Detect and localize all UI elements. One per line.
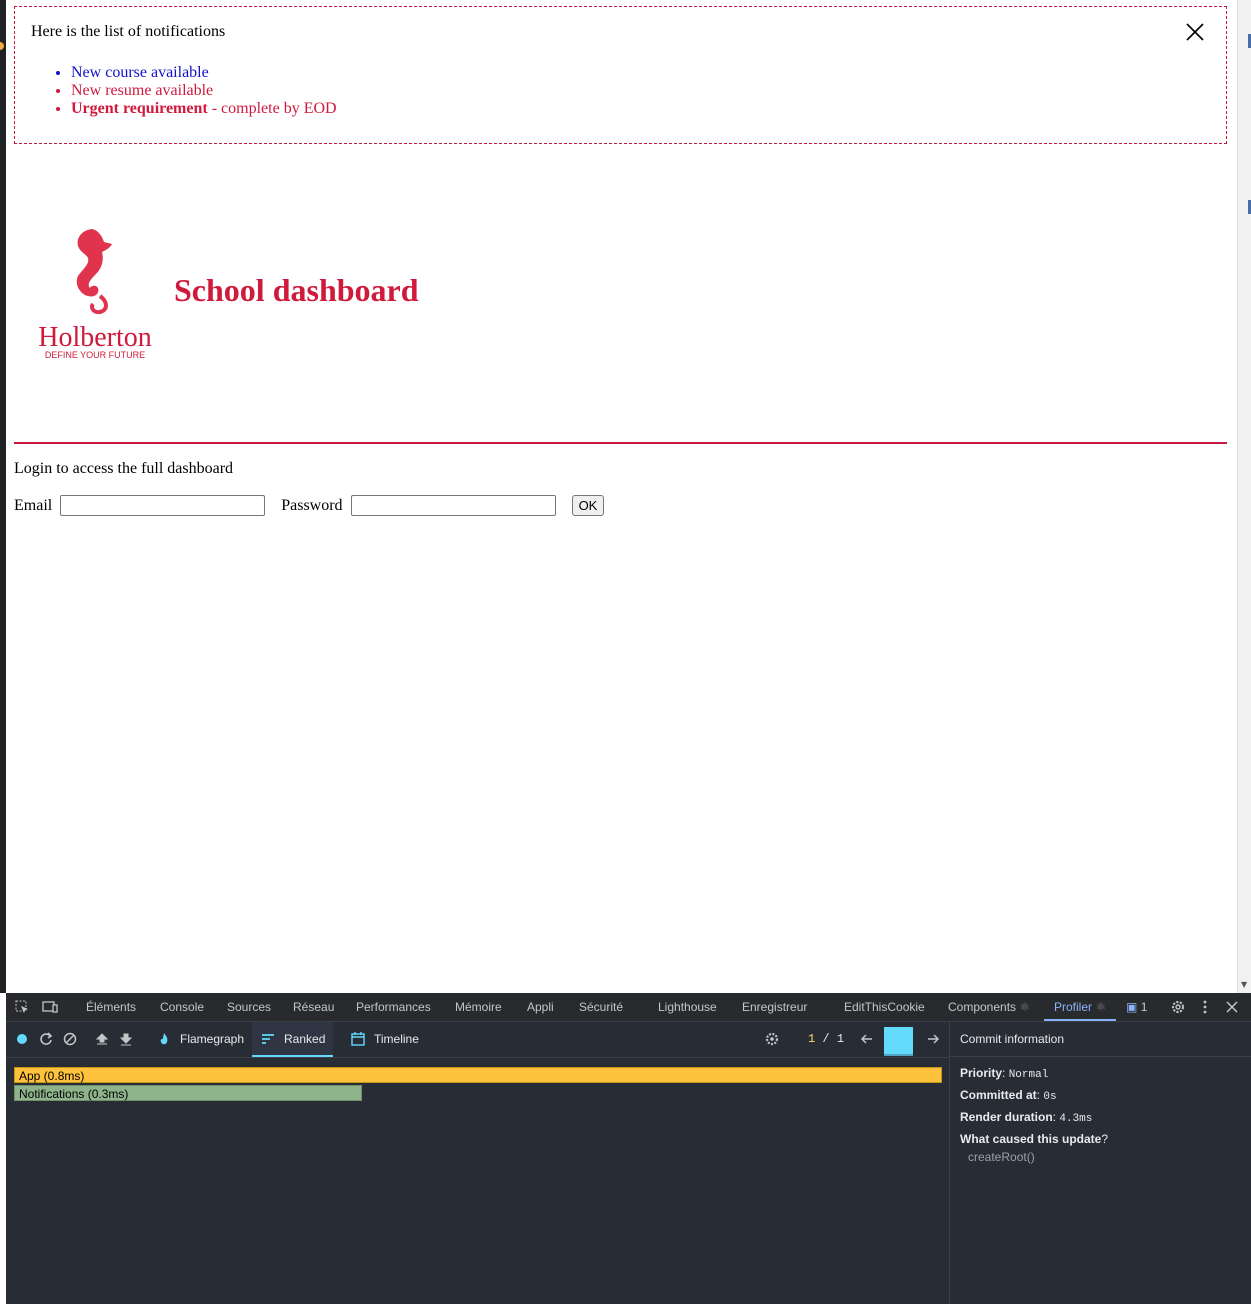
tab-security[interactable]: Sécurité: [579, 993, 623, 1021]
react-atom-icon: ⚛: [1019, 1000, 1031, 1014]
device-toolbar-icon[interactable]: [42, 999, 58, 1015]
notification-item-html: Urgent requirement - complete by EOD: [71, 100, 337, 118]
ok-button[interactable]: OK: [571, 495, 605, 516]
close-notifications-button[interactable]: [1184, 21, 1206, 43]
ranked-bar-notifications[interactable]: Notifications (0.3ms): [14, 1085, 362, 1101]
more-options-icon[interactable]: [1197, 999, 1213, 1015]
tab-profiler-label: Profiler: [1054, 1000, 1093, 1014]
devtools-panel: Éléments Console Sources Réseau Performa…: [6, 993, 1251, 1304]
ranked-icon: [262, 1034, 274, 1044]
close-devtools-icon[interactable]: [1224, 999, 1240, 1015]
login-form: Email Password OK: [14, 495, 605, 516]
ranked-chart: App (0.8ms) Notifications (0.3ms): [6, 1058, 949, 1304]
record-icon[interactable]: [14, 1031, 30, 1047]
logo-tagline: DEFINE YOUR FUTURE: [45, 350, 145, 360]
load-profile-icon[interactable]: [94, 1031, 110, 1047]
notifications-list: New course available New resume availabl…: [31, 64, 337, 118]
priority-label: Priority: [960, 1066, 1003, 1080]
tab-lighthouse[interactable]: Lighthouse: [658, 993, 717, 1021]
committed-value: 0s: [1043, 1091, 1057, 1103]
render-duration-value: 4.3ms: [1059, 1113, 1093, 1125]
urgent-requirement-text: Urgent requirement: [71, 100, 208, 117]
committed-row: Committed at: 0s: [960, 1088, 1057, 1103]
seahorse-logo-icon: Holberton DEFINE YOUR FUTURE: [38, 229, 152, 360]
notification-item-default: New course available: [71, 64, 337, 82]
view-ranked[interactable]: Ranked: [284, 1022, 325, 1057]
notification-item-urgent: New resume available: [71, 82, 337, 100]
tab-elements[interactable]: Éléments: [86, 993, 136, 1021]
page-scrollbar[interactable]: ▼: [1237, 0, 1251, 993]
email-field[interactable]: [60, 495, 266, 516]
tab-sources[interactable]: Sources: [227, 993, 271, 1021]
close-icon: [1186, 23, 1204, 41]
ranked-bar-app[interactable]: App (0.8ms): [14, 1067, 942, 1083]
tab-profiler[interactable]: Profiler ⚛: [1044, 993, 1117, 1021]
render-duration-label: Render duration: [960, 1110, 1053, 1124]
tab-editthiscookie[interactable]: EditThisCookie: [844, 993, 925, 1021]
issues-badge[interactable]: ▣ 1: [1126, 993, 1147, 1021]
tab-console[interactable]: Console: [160, 993, 204, 1021]
view-flamegraph[interactable]: Flamegraph: [180, 1022, 244, 1057]
header-divider: [14, 442, 1227, 444]
commit-counter: 1 / 1: [808, 1032, 845, 1046]
email-label: Email: [14, 496, 53, 514]
devtools-tabbar: Éléments Console Sources Réseau Performa…: [6, 993, 1251, 1022]
urgent-requirement-detail: - complete by EOD: [207, 100, 337, 117]
previous-commit-icon[interactable]: [859, 1031, 875, 1047]
priority-value: Normal: [1008, 1069, 1049, 1081]
browser-left-edge: [0, 0, 6, 993]
tab-network[interactable]: Réseau: [293, 993, 334, 1021]
commit-current: 1: [808, 1032, 816, 1046]
committed-label: Committed at: [960, 1088, 1037, 1102]
commit-information-panel: Commit information Priority: Normal Comm…: [949, 1022, 1251, 1304]
inspect-element-icon[interactable]: [14, 999, 30, 1015]
view-timeline[interactable]: Timeline: [374, 1022, 419, 1057]
commit-total: 1: [836, 1032, 845, 1046]
update-cause-label: What caused this update: [960, 1132, 1102, 1146]
reload-profile-icon[interactable]: [38, 1031, 54, 1047]
scroll-down-arrow-icon[interactable]: ▼: [1241, 980, 1247, 989]
render-duration-row: Render duration: 4.3ms: [960, 1110, 1093, 1125]
tab-components-label: Components: [948, 1000, 1017, 1014]
login-message: Login to access the full dashboard: [14, 460, 234, 477]
tab-performance[interactable]: Performances: [356, 993, 431, 1021]
issues-icon: ▣: [1126, 1000, 1138, 1014]
save-profile-icon[interactable]: [118, 1031, 134, 1047]
tab-components[interactable]: Components ⚛: [948, 993, 1030, 1021]
holberton-logo: Holberton DEFINE YOUR FUTURE: [30, 224, 160, 364]
update-cause-value[interactable]: createRoot(): [968, 1150, 1035, 1164]
indicator-dot: [0, 42, 4, 50]
profiler-toolbar: Flamegraph Ranked Timeline 1 / 1: [6, 1022, 949, 1058]
password-label: Password: [281, 496, 343, 514]
issues-count: 1: [1140, 1000, 1148, 1014]
password-field[interactable]: [350, 495, 556, 516]
tab-recorder[interactable]: Enregistreur: [742, 993, 807, 1021]
tab-memory[interactable]: Mémoire: [455, 993, 502, 1021]
flamegraph-icon: [160, 1033, 168, 1045]
timeline-icon: [351, 1032, 365, 1046]
notifications-intro: Here is the list of notifications: [31, 23, 226, 40]
react-atom-icon: ⚛: [1095, 1000, 1107, 1014]
notifications-panel: Here is the list of notifications New co…: [14, 6, 1227, 144]
commit-info-header: Commit information: [950, 1022, 1251, 1057]
commit-selector-bar[interactable]: [884, 1027, 913, 1056]
next-commit-icon[interactable]: [925, 1031, 941, 1047]
profiler-settings-icon[interactable]: [764, 1031, 780, 1047]
clear-profile-icon[interactable]: [62, 1031, 78, 1047]
page-title: School dashboard: [174, 272, 419, 308]
logo-wordmark: Holberton: [38, 322, 152, 353]
tab-application[interactable]: Appli: [527, 993, 554, 1021]
update-cause-row: What caused this update?: [960, 1132, 1109, 1146]
settings-gear-icon[interactable]: [1170, 999, 1186, 1015]
priority-row: Priority: Normal: [960, 1066, 1049, 1081]
